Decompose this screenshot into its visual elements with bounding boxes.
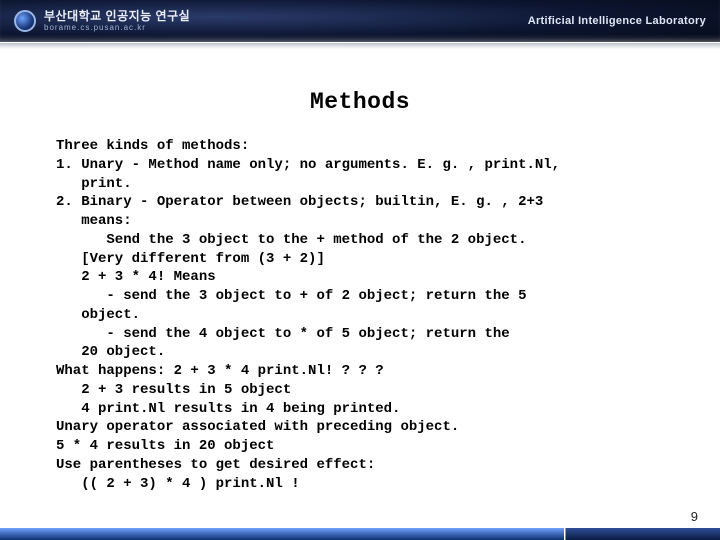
- footer-bar-left: [0, 528, 564, 540]
- header-band: 부산대학교 인공지능 연구실 borame.cs.pusan.ac.kr Art…: [0, 0, 720, 42]
- brand-text: 부산대학교 인공지능 연구실 borame.cs.pusan.ac.kr: [44, 10, 190, 32]
- university-logo-icon: [14, 10, 36, 32]
- brand-block: 부산대학교 인공지능 연구실 borame.cs.pusan.ac.kr: [14, 10, 190, 32]
- slide: 부산대학교 인공지능 연구실 borame.cs.pusan.ac.kr Art…: [0, 0, 720, 540]
- slide-body: Three kinds of methods: 1. Unary - Metho…: [56, 137, 664, 493]
- brand-url: borame.cs.pusan.ac.kr: [44, 24, 190, 32]
- page-number: 9: [691, 509, 698, 524]
- footer-bar: [0, 528, 720, 540]
- lab-name: Artificial Intelligence Laboratory: [528, 15, 706, 27]
- brand-organization: 부산대학교 인공지능 연구실: [44, 10, 190, 22]
- slide-title: Methods: [56, 89, 664, 115]
- footer-bar-right: [565, 528, 720, 540]
- content-area: Methods Three kinds of methods: 1. Unary…: [0, 49, 720, 540]
